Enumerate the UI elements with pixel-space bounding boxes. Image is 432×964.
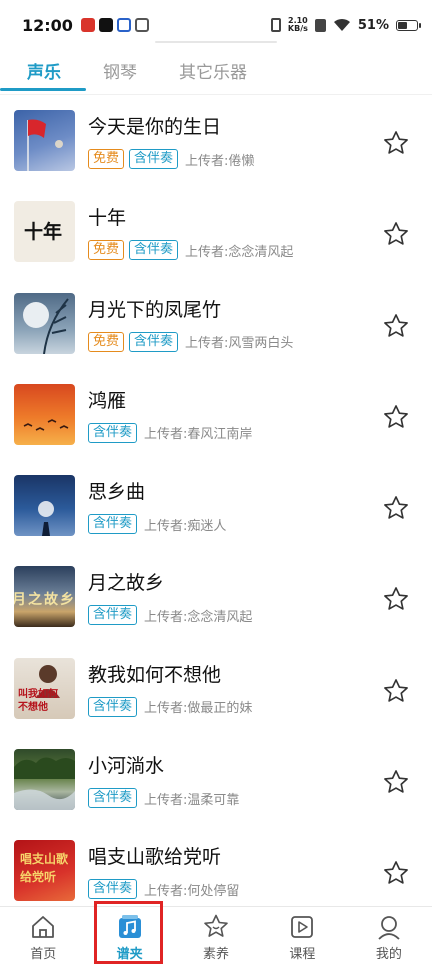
nav-profile[interactable]: 我的 xyxy=(346,907,432,964)
accompaniment-tag: 含伴奏 xyxy=(88,514,138,535)
accompaniment-tag: 含伴奏 xyxy=(88,605,138,626)
sim-off-icon xyxy=(314,18,326,32)
song-title: 思乡曲 xyxy=(88,481,146,504)
favorite-star-icon[interactable] xyxy=(382,312,410,340)
song-row[interactable]: 鸿雁 含伴奏 上传者:春风江南岸 xyxy=(0,370,432,461)
favorite-star-icon[interactable] xyxy=(382,859,410,887)
song-list: 今天是你的生日 免费 含伴奏 上传者:倦懒 十年 十年 免费 含伴奏 上传者:念… xyxy=(0,96,432,908)
song-row[interactable]: 思乡曲 含伴奏 上传者:痴迷人 xyxy=(0,461,432,552)
nav-label: 谱夹 xyxy=(116,947,143,962)
nav-label: 我的 xyxy=(375,947,402,962)
song-title: 今天是你的生日 xyxy=(88,116,222,138)
free-tag: 免费 xyxy=(88,149,125,169)
favorite-star-icon[interactable] xyxy=(382,768,410,796)
accompaniment-tag: 含伴奏 xyxy=(88,696,138,717)
speed-unit: KB/s xyxy=(287,24,308,33)
user-icon xyxy=(378,916,400,940)
uploader-text: 上传者:温柔可靠 xyxy=(144,792,240,808)
song-row[interactable]: 唱支山歌给党听 唱支山歌给党听 含伴奏 上传者:何处停留 xyxy=(0,826,432,908)
song-cover: 叫我如何不想他 xyxy=(14,657,75,719)
song-title: 十年 xyxy=(88,207,127,230)
favorite-star-icon[interactable] xyxy=(382,129,410,157)
notification-app-icon xyxy=(134,18,149,32)
nav-literacy[interactable]: 素养 xyxy=(173,907,259,964)
nav-label: 课程 xyxy=(289,947,316,962)
uploader-text: 上传者:风雪两白头 xyxy=(185,336,294,352)
music-folder-icon xyxy=(118,915,141,938)
accompaniment-tag: 含伴奏 xyxy=(88,879,138,900)
accompaniment-tag: 含伴奏 xyxy=(129,331,179,352)
song-title: 鸿雁 xyxy=(88,389,127,412)
song-cover: 十年 xyxy=(14,201,75,263)
nav-course[interactable]: 课程 xyxy=(259,907,345,964)
song-cover xyxy=(14,749,75,811)
star-face-icon xyxy=(204,914,228,937)
uploader-text: 上传者:做最正的妹 xyxy=(144,701,253,717)
song-row[interactable]: 叫我如何不想他 教我如何不想他 含伴奏 上传者:做最正的妹 xyxy=(0,644,432,735)
song-row[interactable]: 十年 十年 免费 含伴奏 上传者:念念清风起 xyxy=(0,187,432,278)
uploader-text: 上传者:倦懒 xyxy=(185,153,255,169)
free-tag: 免费 xyxy=(88,331,125,352)
accompaniment-tag: 含伴奏 xyxy=(88,788,138,809)
song-title: 月光下的凤尾竹 xyxy=(88,298,222,321)
status-time: 12:00 xyxy=(22,15,73,35)
uploader-text: 上传者:春风江南岸 xyxy=(144,427,253,443)
song-cover xyxy=(14,292,75,354)
notification-icons xyxy=(80,18,149,32)
song-title: 小河淌水 xyxy=(88,755,165,778)
vibrate-icon xyxy=(270,18,281,32)
favorite-star-icon[interactable] xyxy=(382,677,410,705)
accompaniment-tag: 含伴奏 xyxy=(129,149,179,169)
favorite-star-icon[interactable] xyxy=(382,494,410,522)
nav-home[interactable]: 首页 xyxy=(0,907,86,964)
battery-icon xyxy=(396,19,421,31)
nav-label: 首页 xyxy=(30,947,57,962)
song-cover: 唱支山歌给党听 xyxy=(14,840,75,902)
song-row[interactable]: 今天是你的生日 免费 含伴奏 上传者:倦懒 xyxy=(0,96,432,187)
favorite-star-icon[interactable] xyxy=(382,220,410,248)
home-icon xyxy=(32,916,55,938)
cover-text: 唱支山歌给党听 xyxy=(20,852,69,885)
song-row[interactable]: 月光下的凤尾竹 免费 含伴奏 上传者:风雪两白头 xyxy=(0,279,432,370)
song-row[interactable]: 小河淌水 含伴奏 上传者:温柔可靠 xyxy=(0,735,432,826)
active-tab-indicator xyxy=(0,88,86,91)
cover-text: 月之故乡 xyxy=(14,592,75,609)
favorite-star-icon[interactable] xyxy=(382,585,410,613)
favorite-star-icon[interactable] xyxy=(382,403,410,431)
battery-percent: 51% xyxy=(357,17,389,33)
play-course-icon xyxy=(291,916,314,938)
cover-text: 叫我如何不想他 xyxy=(18,688,58,713)
tab-piano[interactable]: 钢琴 xyxy=(103,54,137,94)
uploader-text: 上传者:痴迷人 xyxy=(144,518,227,534)
tabs-divider xyxy=(0,94,432,95)
top-divider xyxy=(155,41,277,43)
nav-score-folder[interactable]: 谱夹 xyxy=(86,907,172,964)
song-cover xyxy=(14,110,75,171)
song-title: 唱支山歌给党听 xyxy=(88,846,222,869)
song-cover xyxy=(14,475,75,537)
battery-fill xyxy=(398,21,407,29)
tiktok-icon xyxy=(98,18,113,32)
nav-label: 素养 xyxy=(203,947,230,962)
accompaniment-tag: 含伴奏 xyxy=(129,240,179,261)
notification-app-icon xyxy=(116,18,131,32)
accompaniment-tag: 含伴奏 xyxy=(88,422,138,443)
song-cover: 月之故乡 xyxy=(14,566,75,628)
cover-text: 十年 xyxy=(24,221,63,244)
network-speed: 2.10 KB/s xyxy=(288,17,308,33)
tab-other-instruments[interactable]: 其它乐器 xyxy=(179,54,247,94)
notification-app-icon xyxy=(80,18,95,32)
uploader-text: 上传者:念念清风起 xyxy=(144,609,253,625)
free-tag: 免费 xyxy=(88,240,125,261)
song-title: 教我如何不想他 xyxy=(88,663,222,686)
song-row[interactable]: 月之故乡 月之故乡 含伴奏 上传者:念念清风起 xyxy=(0,552,432,643)
bottom-nav: 首页 谱夹 素养 课程 我的 xyxy=(0,906,432,964)
uploader-text: 上传者:念念清风起 xyxy=(185,244,294,260)
uploader-text: 上传者:何处停留 xyxy=(144,883,240,899)
song-cover xyxy=(14,383,75,445)
song-title: 月之故乡 xyxy=(88,572,165,595)
wifi-icon xyxy=(333,18,350,31)
